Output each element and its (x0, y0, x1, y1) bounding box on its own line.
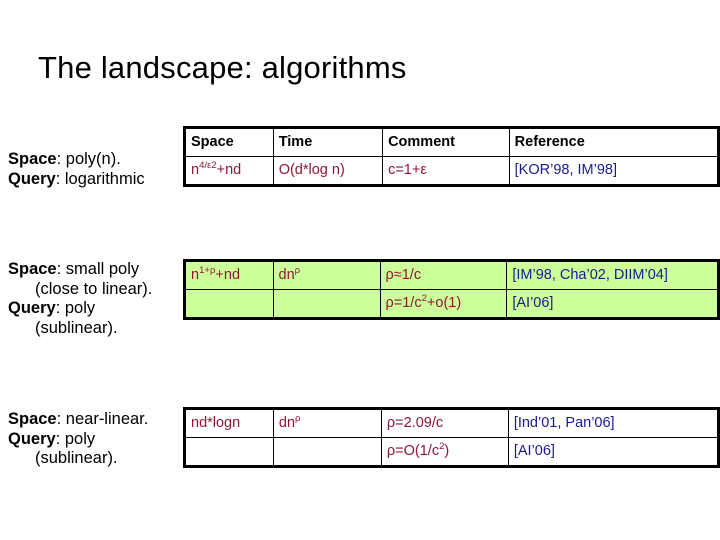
cell-time (272, 289, 381, 319)
cell-time: O(d*log n) (272, 156, 384, 186)
desc-text: (sublinear). (35, 318, 118, 337)
section-description-small-poly-space: Space: small poly (close to linear). Que… (8, 260, 152, 338)
column-header-comment: Comment (382, 127, 510, 157)
desc-text: : near-linear. (56, 410, 149, 428)
cell-reference: [AI’06] (507, 437, 720, 467)
cell-time: dnρ (272, 408, 382, 438)
cell-comment: ρ=O(1/c2) (380, 437, 509, 467)
column-header-time: Time (272, 127, 384, 157)
desc-text: : poly (55, 429, 96, 448)
cell-space: n1+ρ+nd (184, 260, 274, 290)
desc-text: : poly (55, 299, 96, 317)
desc-text: (close to linear). (35, 279, 153, 298)
desc-label: Space (8, 260, 57, 278)
cell-space: nd*logn (184, 408, 274, 438)
space-exponent: 1+ρ (199, 265, 216, 277)
table-row: n1+ρ+nd dnρ ρ≈1/c [IM’98, Cha’02, DIIM’0… (184, 260, 719, 290)
column-header-space: Space (184, 127, 274, 157)
comment-post: ) (444, 443, 450, 459)
desc-label: Query (8, 429, 56, 448)
table-row: n4/ε2+nd O(d*log n) c=1+ε [KOR’98, IM’98… (184, 156, 720, 186)
desc-line: Space: near-linear. (8, 410, 148, 430)
desc-text: : poly(n). (56, 150, 121, 168)
space-base: n (191, 267, 200, 283)
desc-line: (sublinear). (8, 319, 152, 339)
desc-line: Space: small poly (8, 260, 152, 280)
space-tail: +nd (216, 162, 242, 178)
desc-text: (sublinear). (35, 449, 118, 467)
desc-label: Query (8, 299, 56, 317)
time-exponent: ρ (294, 265, 301, 277)
algorithms-table-near-linear-space: nd*logn dnρ ρ=2.09/c [Ind’01, Pan’06] ρ=… (183, 407, 720, 468)
time-base: dn (278, 267, 295, 283)
section-description-near-linear-space: Space: near-linear. Query: poly (subline… (8, 410, 148, 469)
desc-line: Query: poly (8, 430, 148, 450)
desc-text: : logarithmic (55, 169, 145, 188)
cell-comment: ρ≈1/c (379, 260, 508, 290)
table-header-row: Space Time Comment Reference (184, 127, 720, 157)
cell-comment: ρ=1/c2+o(1) (379, 289, 508, 319)
cell-space: n4/ε2+nd (184, 156, 274, 186)
time-base: dn (278, 415, 296, 431)
desc-line: (close to linear). (8, 280, 152, 300)
comment-pre: ρ=1/c (385, 295, 422, 311)
comment-pre: ρ=O(1/c (386, 443, 440, 459)
cell-time: dnρ (272, 260, 381, 290)
cell-reference: [Ind’01, Pan’06] (507, 408, 720, 438)
time-exponent: ρ (295, 413, 301, 425)
desc-text: : small poly (56, 260, 140, 278)
cell-comment: c=1+ε (382, 156, 510, 186)
space-base: n (191, 162, 200, 178)
table-row: nd*logn dnρ ρ=2.09/c [Ind’01, Pan’06] (184, 408, 720, 438)
table-row: ρ=1/c2+o(1) [AI’06] (184, 289, 719, 319)
desc-line: Space: poly(n). (8, 150, 145, 170)
desc-label: Space (8, 410, 57, 428)
desc-line: Query: poly (8, 299, 152, 319)
cell-reference: [KOR’98, IM’98] (508, 156, 720, 186)
desc-line: (sublinear). (8, 449, 148, 469)
desc-label: Query (8, 169, 56, 188)
algorithms-table-poly-space: Space Time Comment Reference n4/ε2+nd O(… (183, 126, 720, 187)
cell-space (184, 437, 274, 467)
column-header-reference: Reference (508, 127, 720, 157)
cell-reference: [AI’06] (506, 289, 719, 319)
cell-reference: [IM’98, Cha’02, DIIM’04] (506, 260, 719, 290)
desc-label: Space (8, 150, 57, 168)
cell-time (272, 437, 382, 467)
cell-comment: ρ=2.09/c (380, 408, 509, 438)
section-description-poly-space: Space: poly(n). Query: logarithmic (8, 150, 145, 189)
space-tail: +nd (215, 267, 241, 283)
page-title: The landscape: algorithms (38, 50, 407, 85)
desc-line: Query: logarithmic (8, 170, 145, 190)
comment-post: +o(1) (426, 295, 462, 311)
table-row: ρ=O(1/c2) [AI’06] (184, 437, 720, 467)
algorithms-table-small-poly-space: n1+ρ+nd dnρ ρ≈1/c [IM’98, Cha’02, DIIM’0… (183, 259, 720, 320)
space-exponent: 4/ε2 (199, 160, 217, 172)
cell-space (184, 289, 274, 319)
